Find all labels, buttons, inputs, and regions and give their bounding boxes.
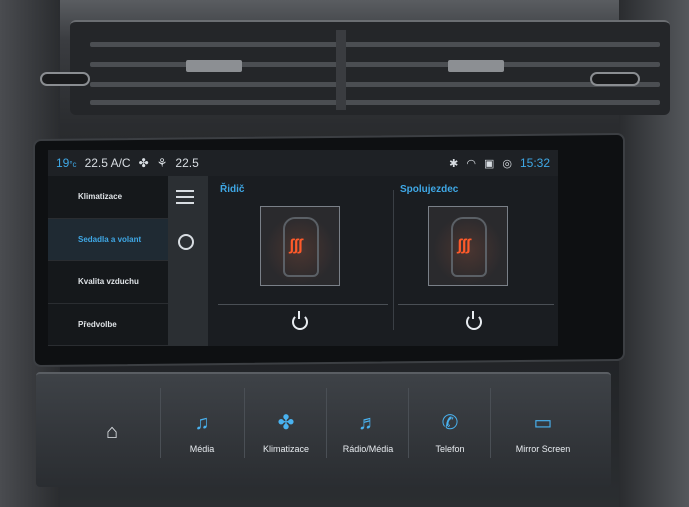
fan-icon: ✤ [277,411,295,434]
mirror-screen-label: Mirror Screen [515,443,571,454]
driver-seat-heat-button[interactable]: ʃʃʃ [260,206,340,286]
menu-item-kvalita[interactable]: Kvalita vzduchu [48,261,168,304]
heat-icon: ʃʃʃ [457,237,471,254]
heat-icon: ʃʃʃ [289,237,303,254]
seat-icon: ⚘ [156,156,168,170]
menu-item-sedadla[interactable]: Sedadla a volant [48,218,168,261]
mirror-screen-icon: ▭ [533,411,553,434]
radio-media-button[interactable]: ♬ Rádio/Média [332,384,404,479]
seat-temp: 22.5 [175,156,199,170]
hamburger-icon[interactable] [176,190,194,204]
driver-title: Řidič [220,184,245,195]
ac-temp: 22.5 A/C [84,156,131,170]
phone-icon: ✆ [441,411,459,434]
separator [490,388,491,458]
vent-slat [90,100,660,105]
passenger-seat-heat-button[interactable]: ʃʃʃ [428,206,508,286]
infotainment-screen: 19°c 22.5 A/C ✤ ⚘ 22.5 ✱ ◠ ▣ ◎ 15:32 Kli… [48,150,558,346]
vent-tab-right[interactable] [448,60,504,72]
vent-divider [336,30,346,110]
passenger-panel: Spolujezdec ʃʃʃ [394,176,558,346]
phone-button[interactable]: ✆ Telefon [414,384,486,479]
climate-menu: Klimatizace Sedadla a volant Kvalita vzd… [48,176,168,346]
driver-power-icon[interactable] [292,311,308,330]
touch-shortcut-bar: ⌂ ♫ Média ✤ Klimatizace ♬ Rádio/Média ✆ … [36,372,611,487]
side-vent-left [40,72,90,86]
home-icon: ⌂ [105,420,119,443]
mirror-screen-button[interactable]: ▭ Mirror Screen [498,384,588,479]
status-bar: 19°c 22.5 A/C ✤ ⚘ 22.5 ✱ ◠ ▣ ◎ 15:32 [48,150,558,176]
phone-label: Telefon [435,443,465,454]
media-label: Média [189,443,215,454]
vent-tab-left[interactable] [186,60,242,72]
driver-panel: Řidič ʃʃʃ [208,176,393,346]
location-icon: ◎ [502,157,512,170]
clock: 15:32 [519,156,550,170]
passenger-title: Spolujezdec [400,184,459,195]
phone-link-icon: ▣ [483,157,495,170]
radio-media-label: Rádio/Média [342,443,394,454]
sub-menu-icons [168,176,208,346]
separator [160,388,161,458]
vent-slat [90,82,660,87]
media-button[interactable]: ♫ Média [166,384,238,479]
separator [244,388,245,458]
outside-temp: 19°c [56,156,77,170]
passenger-power-icon[interactable] [466,311,482,330]
fan-icon: ✤ [138,156,149,170]
steering-wheel-icon[interactable] [178,234,194,250]
vent-slat [90,42,660,47]
divider-line [398,304,554,305]
home-button[interactable]: ⌂ [76,384,148,479]
bluetooth-icon: ✱ [449,157,459,170]
separator [326,388,327,458]
menu-item-predvolbe[interactable]: Předvolbe [48,304,168,346]
menu-item-klimatizace[interactable]: Klimatizace [48,176,168,219]
climate-label: Klimatizace [262,443,309,454]
side-vent-right [590,72,640,86]
music-icon: ♫ [194,411,210,434]
separator [408,388,409,458]
divider-line [218,304,388,305]
climate-button[interactable]: ✤ Klimatizace [250,384,322,479]
wifi-icon: ◠ [466,157,476,170]
vent-slat [90,62,660,67]
radio-media-icon: ♬ [358,411,378,434]
